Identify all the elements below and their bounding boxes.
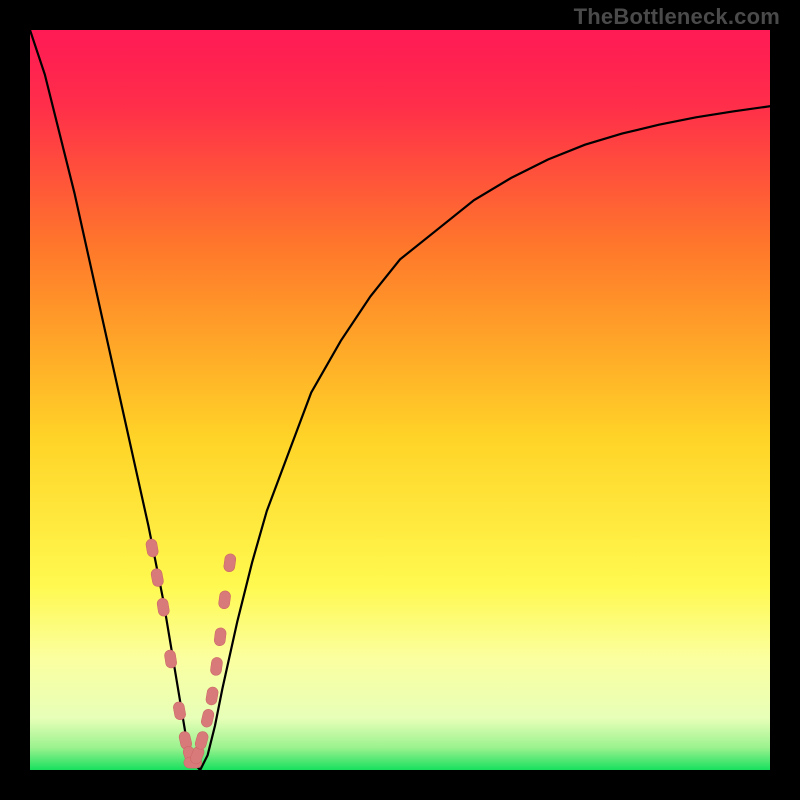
data-marker [172,701,186,721]
data-marker [205,686,219,706]
data-marker [200,708,215,728]
attribution-text: TheBottleneck.com [574,4,780,30]
data-marker [150,568,164,588]
bottleneck-curve [30,30,770,770]
data-marker [156,597,170,617]
data-marker [164,649,178,668]
chart-frame: TheBottleneck.com [0,0,800,800]
data-marker [145,538,159,558]
data-marker [214,627,227,646]
data-marker [218,590,231,609]
plot-area [30,30,770,770]
data-marker [210,657,223,676]
bottleneck-curve-path [30,30,770,770]
data-marker [223,553,236,572]
